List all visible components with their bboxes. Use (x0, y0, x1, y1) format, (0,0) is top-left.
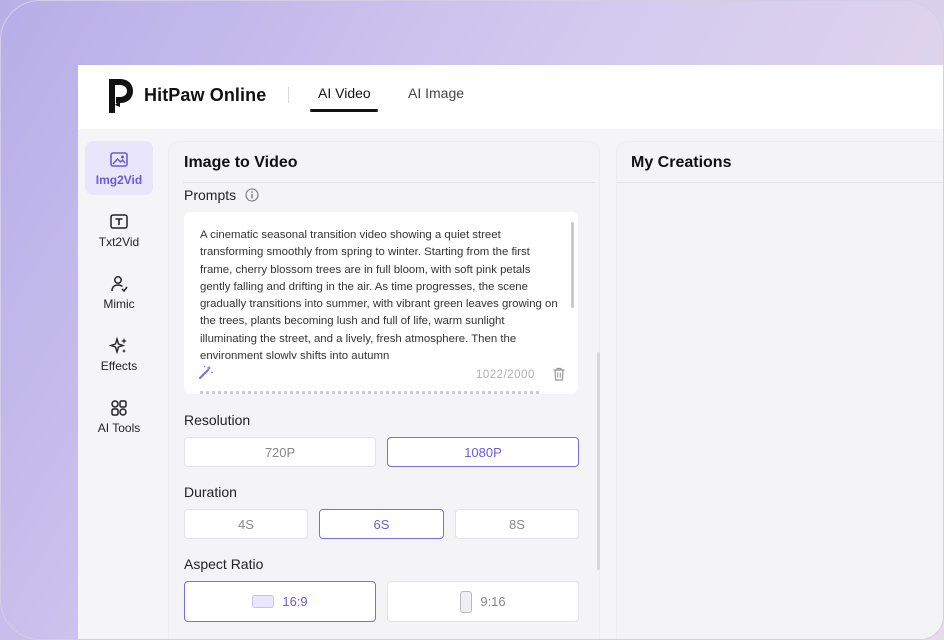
sidebar-item-mimic[interactable]: Mimic (85, 265, 153, 319)
prompt-textarea[interactable]: A cinematic seasonal transition video sh… (184, 212, 578, 394)
grid-icon (111, 399, 127, 416)
sidebar-item-label: Img2Vid (95, 172, 143, 187)
creations-title: My Creations (631, 154, 732, 171)
magic-wand-icon[interactable] (198, 364, 214, 380)
prompt-text[interactable]: A cinematic seasonal transition video sh… (200, 227, 562, 359)
app-container: HitPaw Online AI Video AI Image Img2Vid (78, 65, 943, 639)
resolution-option-1080p[interactable]: 1080P (387, 437, 579, 467)
aspect-ratio-label-9-16: 9:16 (480, 594, 506, 609)
top-bar: HitPaw Online AI Video AI Image (78, 65, 943, 129)
sidebar-item-label: Txt2Vid (98, 234, 140, 249)
tab-ai-video[interactable]: AI Video (318, 85, 371, 101)
person-icon (111, 275, 128, 292)
sidebar: Img2Vid Txt2Vid Mimic Effects AI Tools (78, 129, 168, 639)
landscape-ratio-icon (252, 595, 275, 608)
divider (288, 87, 289, 103)
aspect-ratio-option-9-16[interactable]: 9:16 (387, 581, 579, 622)
duration-option-6s[interactable]: 6S (319, 509, 444, 539)
character-counter: 1022/2000 (476, 369, 535, 381)
text-icon (110, 213, 128, 229)
sidebar-item-label: Mimic (103, 296, 135, 311)
panel-title: Image to Video (184, 154, 298, 171)
image-to-video-panel: Image to Video Prompts A cinematic seaso… (168, 141, 600, 639)
app-window-frame: HitPaw Online AI Video AI Image Img2Vid (0, 0, 944, 640)
sidebar-item-label: Effects (100, 358, 138, 373)
active-tab-indicator (310, 109, 378, 112)
divider (183, 182, 595, 183)
sparkle-icon (109, 336, 127, 354)
sidebar-item-img2vid[interactable]: Img2Vid (85, 141, 153, 195)
prompt-scrollbar[interactable] (571, 222, 574, 308)
sidebar-item-label: AI Tools (97, 420, 141, 435)
image-icon (110, 151, 128, 167)
aspect-ratio-label-16-9: 16:9 (282, 594, 308, 609)
resolution-option-720p[interactable]: 720P (184, 437, 376, 467)
panel-scrollbar[interactable] (597, 352, 600, 570)
divider (617, 182, 943, 183)
aspect-ratio-option-16-9[interactable]: 16:9 (184, 581, 376, 622)
hitpaw-logo-icon (109, 79, 133, 113)
sidebar-item-effects[interactable]: Effects (85, 327, 153, 381)
info-icon[interactable] (245, 188, 259, 202)
trash-icon[interactable] (551, 366, 567, 382)
prompt-overflow-text (200, 391, 540, 394)
duration-option-8s[interactable]: 8S (455, 509, 579, 539)
tab-ai-image[interactable]: AI Image (408, 85, 464, 101)
duration-option-4s[interactable]: 4S (184, 509, 308, 539)
prompts-label: Prompts (184, 187, 237, 203)
my-creations-panel: My Creations (616, 141, 943, 639)
brand-name: HitPaw Online (144, 85, 267, 105)
sidebar-item-ai-tools[interactable]: AI Tools (85, 389, 153, 443)
sidebar-item-txt2vid[interactable]: Txt2Vid (85, 203, 153, 257)
duration-label: Duration (184, 484, 237, 500)
aspect-ratio-label: Aspect Ratio (184, 556, 264, 572)
portrait-ratio-icon (460, 590, 473, 613)
resolution-label: Resolution (184, 412, 251, 428)
